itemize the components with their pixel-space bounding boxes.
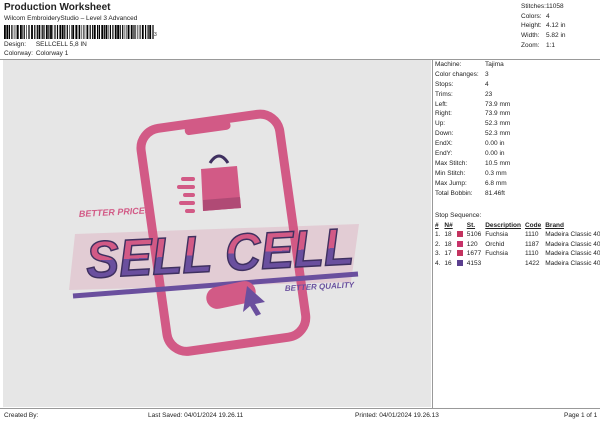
row-description: Orchid bbox=[485, 240, 505, 248]
info-machine: Machine: Tajima bbox=[435, 61, 504, 68]
design-value: SELLCELL 5,8 IN bbox=[35, 41, 87, 48]
row-number: 2. bbox=[435, 240, 441, 248]
design-stats: Stitches:11058 Colors: 4 Height: 4.12 in W… bbox=[521, 2, 600, 50]
colorway-value: Colorway 1 bbox=[35, 50, 69, 57]
color-swatch bbox=[456, 231, 463, 238]
last-saved: Last Saved: 04/01/2024 19.26.11 bbox=[148, 412, 244, 419]
row-brand: Madeira Classic 40 bbox=[545, 231, 600, 238]
row-stitches: 5106 bbox=[466, 231, 482, 238]
info-endy: EndY: 0.00 in bbox=[435, 150, 505, 158]
col-stitches: St. bbox=[466, 222, 476, 229]
created-by: Created By: bbox=[4, 412, 39, 419]
info-up: Up: 52.3 mm bbox=[435, 120, 511, 128]
speed-lines bbox=[177, 177, 195, 213]
info-right: Right: 73.9 mm bbox=[435, 110, 511, 118]
col-swatch bbox=[455, 221, 465, 230]
row-description bbox=[483, 259, 523, 269]
design-label: Design: bbox=[4, 41, 27, 48]
row-swatch bbox=[455, 230, 465, 240]
footer-divider bbox=[0, 408, 600, 409]
embroidery-artwork: BETTER PRICES SELL CELL BETTER QUALITY bbox=[69, 109, 359, 356]
color-swatch bbox=[456, 260, 463, 267]
row-needle: 17 bbox=[444, 250, 452, 258]
printed-date: Printed: 04/01/2024 19.26.13 bbox=[355, 412, 439, 419]
col-brand: Brand bbox=[545, 222, 564, 229]
table-row: 2. 18 120 Orchid 1187 Madeira Classic 40 bbox=[433, 240, 600, 250]
stop-sequence-title: Stop Sequence: bbox=[435, 212, 482, 219]
row-stitches: 120 bbox=[466, 240, 478, 248]
col-description: Description bbox=[485, 222, 521, 229]
info-color-changes: Color changes: 3 bbox=[435, 70, 489, 78]
design-preview: BETTER PRICES SELL CELL BETTER QUALITY bbox=[3, 60, 431, 407]
row-description: Fuchsia bbox=[485, 250, 508, 258]
stat-zoom: Zoom: 1:1 bbox=[521, 41, 556, 49]
page-title: Production Worksheet bbox=[4, 2, 111, 13]
info-stops: Stops: 4 bbox=[435, 80, 489, 88]
row-description: Fuchsia bbox=[485, 231, 508, 238]
table-row: 3. 17 1677 Fuchsia 1110 Madeira Classic 40 bbox=[433, 249, 600, 259]
stop-sequence-table: # N# St. Description Code Brand 1. 18 5106… bbox=[433, 221, 600, 268]
info-endx: EndX: 0.00 in bbox=[435, 140, 505, 148]
row-brand: Madeira Classic 40 bbox=[545, 250, 600, 258]
col-code: Code bbox=[524, 222, 542, 229]
info-trims: Trims: 23 bbox=[435, 90, 493, 98]
stat-height: Height: 4.12 in bbox=[521, 22, 566, 30]
col-needle: N# bbox=[444, 222, 453, 229]
tagline-top: BETTER PRICES bbox=[79, 205, 151, 219]
stat-width: Width: 5.82 in bbox=[521, 32, 566, 40]
info-max-stitch: Max Stitch: 10.5 mm bbox=[435, 159, 511, 167]
design-field: Design: SELLCELL 5,8 IN bbox=[4, 41, 87, 48]
row-needle: 16 bbox=[444, 259, 452, 267]
row-code: 1110 bbox=[524, 231, 539, 238]
table-header-row: # N# St. Description Code Brand bbox=[433, 221, 600, 230]
row-needle: 18 bbox=[444, 231, 452, 238]
info-min-stitch: Min Stitch: 0.3 mm bbox=[435, 169, 507, 177]
shopping-bag-icon bbox=[201, 154, 241, 211]
row-stitches: 4153 bbox=[466, 259, 482, 267]
table-row: 1. 18 5106 Fuchsia 1110 Madeira Classic 40 bbox=[433, 230, 600, 240]
row-number: 3. bbox=[435, 250, 441, 258]
software-name: Wilcom EmbroideryStudio – Level 3 Advanc… bbox=[4, 15, 138, 22]
col-number: # bbox=[435, 222, 439, 229]
machine-info: Machine: Tajima Color changes: 3 Stops: 4 T… bbox=[435, 60, 600, 198]
page-number: Page 1 of 1 bbox=[564, 412, 598, 419]
colorway-label: Colorway: bbox=[4, 50, 33, 57]
stat-stitches: Stitches:11058 bbox=[521, 3, 564, 10]
color-swatch bbox=[456, 250, 463, 257]
colorway-field: Colorway: Colorway 1 bbox=[4, 50, 68, 57]
row-number: 1. bbox=[435, 231, 441, 238]
barcode-digit: 3 bbox=[154, 32, 157, 38]
row-stitches: 1677 bbox=[466, 250, 482, 258]
stat-colors: Colors: 4 bbox=[521, 12, 550, 20]
barcode bbox=[4, 25, 154, 39]
row-number: 4. bbox=[435, 259, 441, 267]
row-code: 1187 bbox=[524, 240, 539, 248]
info-down: Down: 52.3 mm bbox=[435, 130, 511, 138]
row-swatch bbox=[455, 249, 465, 259]
row-brand: Madeira Classic 40 bbox=[545, 259, 600, 267]
row-swatch bbox=[455, 259, 465, 269]
row-swatch bbox=[455, 240, 465, 250]
row-code: 1422 bbox=[524, 259, 540, 267]
info-max-jump: Max Jump: 6.8 mm bbox=[435, 179, 507, 187]
row-brand: Madeira Classic 40 bbox=[545, 240, 600, 248]
info-total-bobbin: Total Bobbin: 81.46ft bbox=[435, 189, 505, 197]
row-needle: 18 bbox=[444, 240, 452, 248]
row-code: 1110 bbox=[524, 250, 539, 258]
table-row: 4. 16 4153 1422 Madeira Classic 40 bbox=[433, 259, 600, 269]
color-swatch bbox=[456, 240, 463, 247]
info-left: Left: 73.9 mm bbox=[435, 100, 511, 108]
